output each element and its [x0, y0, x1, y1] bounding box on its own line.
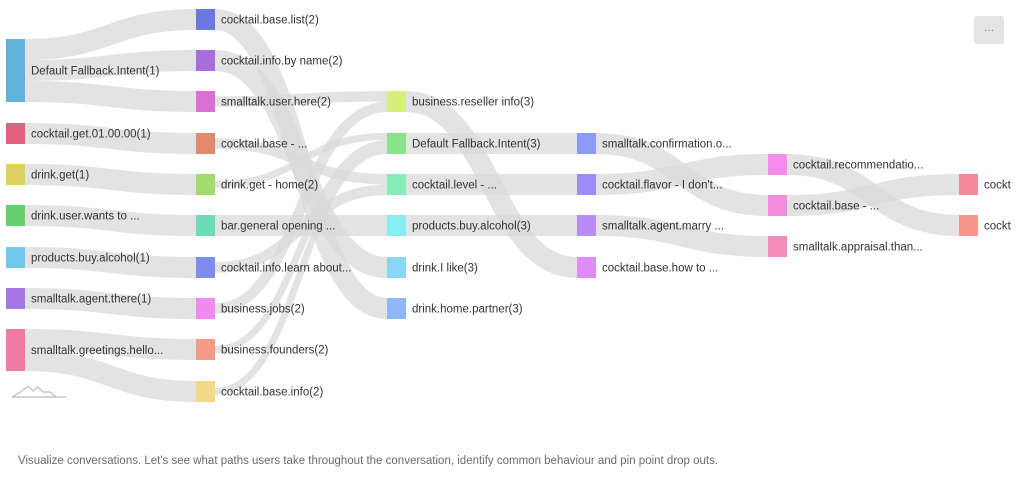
flow-node-label: drink.home.partner(3): [412, 304, 523, 316]
flow-node-bar[interactable]: [6, 329, 25, 371]
flow-node-label: cocktail.recommendatio...: [793, 160, 923, 172]
flow-node-bar[interactable]: [196, 257, 215, 278]
flow-node-label: smalltalk.appraisal.than...: [793, 242, 923, 254]
flow-node[interactable]: cocktail.base.how to ...: [577, 257, 718, 278]
flow-node-label: cocktail.flavor - I don't...: [602, 180, 722, 192]
flow-node-bar[interactable]: [387, 215, 406, 236]
flow-node[interactable]: smalltalk.appraisal.than...: [768, 236, 923, 257]
flow-node-bar[interactable]: [196, 9, 215, 30]
flow-node-bar[interactable]: [959, 215, 978, 236]
flow-node-bar[interactable]: [196, 50, 215, 71]
flow-node-label: smalltalk.agent.there(1): [31, 294, 151, 306]
flow-node[interactable]: cockt: [959, 215, 1012, 236]
flow-node-bar[interactable]: [6, 164, 25, 185]
flow-node-label: smalltalk.greetings.hello...: [31, 345, 163, 357]
flow-node[interactable]: cocktail.base.list(2): [196, 9, 319, 30]
flow-node-label: business.jobs(2): [221, 304, 305, 316]
flow-node-label: cocktail.level - ...: [412, 180, 497, 192]
flow-node-label: cocktail.base - ...: [793, 201, 879, 213]
flow-link-n0-m0[interactable]: [24, 9, 197, 60]
flow-node-bar[interactable]: [196, 381, 215, 402]
flow-node-label: cocktail.base - ...: [221, 139, 307, 151]
flow-node-bar[interactable]: [577, 215, 596, 236]
flow-node-bar[interactable]: [768, 154, 787, 175]
flow-link-n0-m2[interactable]: [24, 81, 197, 112]
flow-node-label: smalltalk.confirmation.o...: [602, 139, 732, 151]
flow-node-bar[interactable]: [387, 174, 406, 195]
flow-node-bar[interactable]: [387, 298, 406, 319]
flow-node-bar[interactable]: [577, 174, 596, 195]
flow-node-bar[interactable]: [6, 247, 25, 268]
flow-node-bar[interactable]: [196, 215, 215, 236]
chart-menu-button[interactable]: ···: [974, 16, 1004, 44]
flow-node-label: business.founders(2): [221, 345, 329, 357]
flow-node-bar[interactable]: [768, 195, 787, 216]
flow-node-label: products.buy.alcohol(3): [412, 221, 531, 233]
flow-node-label: cocktail.base.list(2): [221, 15, 319, 27]
flow-node-bar[interactable]: [196, 91, 215, 112]
flow-node-label: drink.get(1): [31, 170, 89, 182]
flow-node-label: smalltalk.agent.marry ...: [602, 221, 724, 233]
flow-node-bar[interactable]: [6, 123, 25, 144]
flow-node-bar[interactable]: [387, 257, 406, 278]
flow-link-n6-m9[interactable]: [24, 350, 197, 402]
flow-node-bar[interactable]: [387, 91, 406, 112]
flow-node-label: business.reseller info(3): [412, 97, 534, 109]
flow-node-bar[interactable]: [6, 39, 25, 102]
flow-node-bar[interactable]: [6, 205, 25, 226]
flow-node-bar[interactable]: [196, 174, 215, 195]
flow-node-bar[interactable]: [196, 133, 215, 154]
flow-node-label: bar.general opening ...: [221, 221, 335, 233]
flow-node-bar[interactable]: [577, 257, 596, 278]
sparkline-icon: [11, 385, 66, 398]
conversation-flow-diagram: Default Fallback.Intent(1) cocktail.get.0…: [6, 9, 1012, 402]
flow-node-label: drink.get - home(2): [221, 180, 318, 192]
flow-node-label: cocktail.info.by name(2): [221, 56, 343, 68]
flow-node-bar[interactable]: [196, 339, 215, 360]
flow-node[interactable]: drink.I like(3): [387, 257, 478, 278]
flow-node-label: cocktail.base.how to ...: [602, 263, 718, 275]
flow-node-bar[interactable]: [577, 133, 596, 154]
flow-node-bar[interactable]: [6, 288, 25, 309]
flow-node-label: cocktail.info.learn about...: [221, 263, 351, 275]
flow-node-bar[interactable]: [959, 174, 978, 195]
flow-node-label: products.buy.alcohol(1): [31, 253, 150, 265]
flow-node-label: cockt: [984, 180, 1012, 192]
flow-node-label: cocktail.get.01.00.00(1): [31, 129, 151, 141]
flow-node-bar[interactable]: [768, 236, 787, 257]
description-caption: Visualize conversations. Let's see what …: [18, 455, 719, 467]
flow-node-label: Default Fallback.Intent(3): [412, 139, 541, 151]
flow-node-label: drink.I like(3): [412, 263, 478, 275]
flow-node[interactable]: drink.home.partner(3): [387, 298, 523, 319]
flow-node[interactable]: cockt: [959, 174, 1012, 195]
flow-node-label: cockt: [984, 221, 1012, 233]
flow-node-bar[interactable]: [387, 133, 406, 154]
flow-node-label: drink.user.wants to ...: [31, 211, 140, 223]
flow-node-label: Default Fallback.Intent(1): [31, 66, 160, 78]
flow-node-label: smalltalk.user.here(2): [221, 97, 331, 109]
flow-node-bar[interactable]: [196, 298, 215, 319]
flow-node-label: cocktail.base.info(2): [221, 387, 323, 399]
